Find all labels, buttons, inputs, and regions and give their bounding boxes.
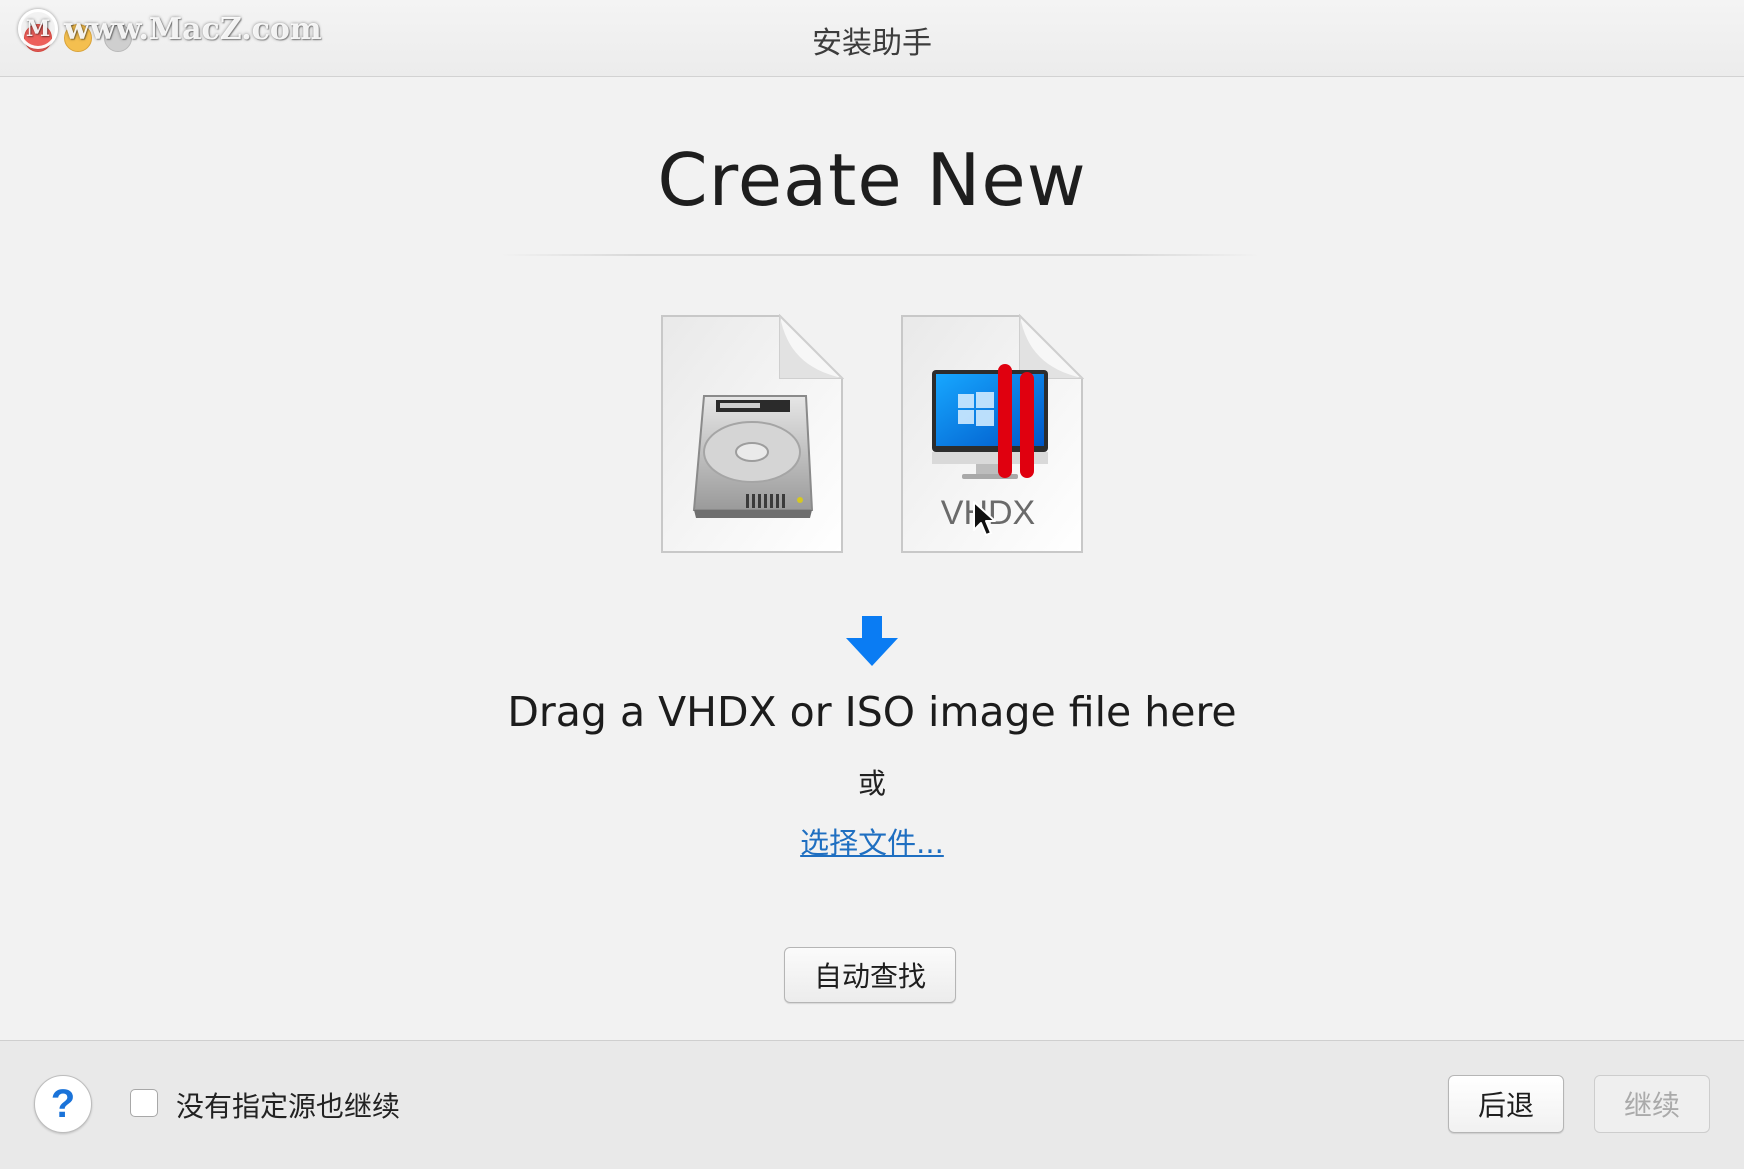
help-button[interactable]: ? — [34, 1075, 92, 1133]
auto-find-button[interactable]: 自动查找 — [784, 947, 956, 1003]
down-arrow-icon — [846, 616, 898, 666]
continue-button[interactable]: 继续 — [1594, 1075, 1710, 1133]
bottom-bar: ? 没有指定源也继续 后退 继续 — [0, 1040, 1744, 1169]
page-title: Create New — [657, 138, 1087, 222]
or-separator-text: 或 — [857, 767, 886, 800]
choose-file-link[interactable]: 选择文件... — [772, 820, 972, 862]
help-question-icon: ? — [50, 1081, 76, 1126]
continue-without-source-checkbox[interactable] — [130, 1089, 158, 1117]
drop-zone-instruction: Drag a VHDX or ISO image file here — [507, 688, 1237, 736]
window-title: 安装助手 — [812, 26, 932, 61]
back-button[interactable]: 后退 — [1448, 1075, 1564, 1133]
title-bar[interactable]: M www.MacZ.com 安装助手 — [0, 0, 1744, 77]
mouse-cursor-icon — [973, 501, 996, 536]
continue-without-source-label[interactable]: 没有指定源也继续 — [176, 1085, 400, 1125]
hard-disk-document-icon — [661, 314, 844, 553]
heading-divider — [500, 254, 1260, 256]
installation-assistant-window: M www.MacZ.com 安装助手 Create New VHDX Drag… — [0, 0, 1744, 1169]
